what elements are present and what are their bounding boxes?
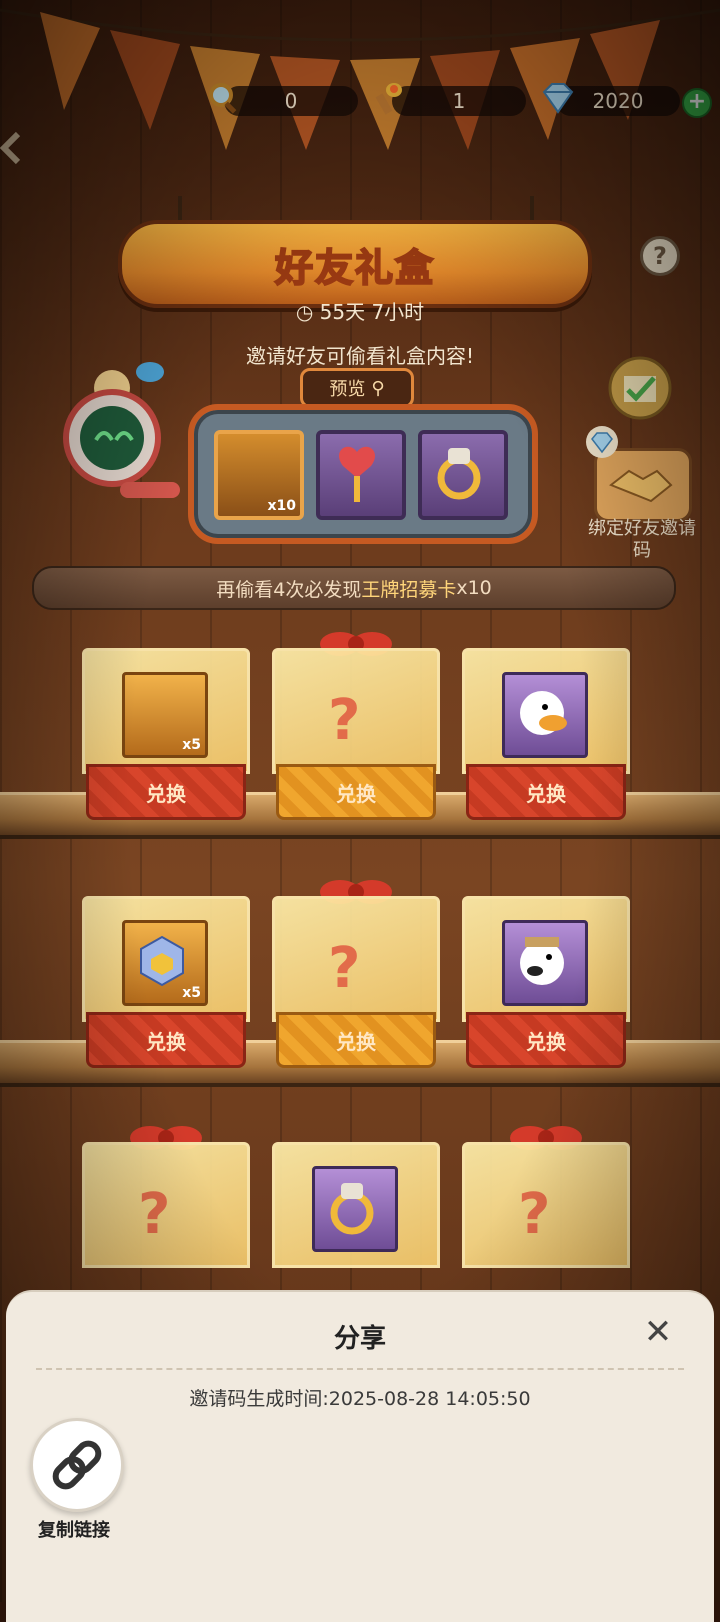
divider	[36, 1368, 684, 1370]
back-arrow-icon[interactable]	[0, 128, 26, 168]
diamond-bubble-icon	[586, 426, 618, 458]
exchange-button[interactable]: 兑换	[276, 1012, 436, 1068]
countdown-text: 55天 7小时	[319, 300, 425, 324]
gift-box-cube: x5 兑换	[82, 896, 250, 1068]
title-banner: 好友礼盒	[118, 220, 592, 308]
gift-box-mystery: ?	[82, 1126, 250, 1308]
exchange-button[interactable]: 兑换	[86, 764, 246, 820]
notice-highlight: 王牌招募卡	[361, 578, 457, 601]
gold-ring-icon	[312, 1166, 398, 1252]
slot-quantity: x10	[267, 498, 296, 514]
gift-box-recruit-card: x5 兑换	[82, 648, 250, 820]
machine-slot-heart-scepter	[316, 430, 406, 520]
notice-bar: 再偷看4次必发现 王牌招募卡 x10	[32, 566, 676, 610]
question-mark-icon: ?	[328, 688, 361, 753]
gift-box-dog-card: 兑换	[462, 896, 630, 1068]
checkmark-stamp-icon	[608, 356, 672, 420]
page-title: 好友礼盒	[274, 245, 435, 291]
exchange-button[interactable]: 兑换	[466, 1012, 626, 1068]
diamond-icon	[542, 83, 574, 114]
notice-suffix: x10	[456, 577, 492, 599]
notice-prefix: 再偷看4次必发现	[216, 578, 362, 601]
share-panel: 分享 ✕ 邀请码生成时间:2025-08-28 14:05:50 复制链接	[6, 1290, 714, 1622]
add-diamond-button[interactable]: +	[682, 88, 712, 118]
bunting-decoration	[0, 8, 720, 150]
machine-slot-gold-ring	[418, 430, 508, 520]
exchange-button[interactable]: 兑换	[466, 764, 626, 820]
item-quantity: x5	[182, 985, 201, 1001]
item-quantity: x5	[182, 737, 201, 753]
help-button[interactable]: ?	[640, 236, 680, 276]
magnifier-count: 0	[224, 86, 358, 116]
invite-code-generated-time: 邀请码生成时间:2025-08-28 14:05:50	[189, 1388, 531, 1410]
question-mark-icon: ?	[328, 936, 361, 1001]
torch-count: 1	[392, 86, 526, 116]
gold-ring-icon	[437, 448, 481, 500]
preview-label: 预览	[329, 379, 366, 400]
question-mark-icon: ?	[138, 1182, 171, 1247]
gift-box-mystery: ?	[462, 1126, 630, 1308]
magnifier-icon	[209, 83, 237, 114]
close-icon[interactable]: ✕	[640, 1314, 676, 1350]
share-title: 分享	[333, 1324, 386, 1354]
copy-link-button[interactable]	[30, 1418, 124, 1512]
character-dog-card-icon	[502, 920, 588, 1006]
character-duck-card-icon	[502, 672, 588, 758]
exchange-button[interactable]: 兑换	[276, 764, 436, 820]
gift-box-gold-ring	[272, 1142, 440, 1308]
search-icon: ⚲	[371, 377, 385, 399]
handshake-icon	[609, 469, 673, 503]
countdown: ◷ 55天 7小时	[0, 296, 720, 325]
gift-preview-machine: x10	[188, 404, 538, 544]
preview-button[interactable]: 预览 ⚲	[300, 368, 414, 408]
exchange-button[interactable]: 兑换	[86, 1012, 246, 1068]
mascot-robot-icon	[63, 362, 180, 498]
link-icon	[52, 1440, 102, 1490]
cube-box-icon: x5	[122, 920, 208, 1006]
gift-box-mystery: ? 兑换	[272, 880, 440, 1068]
gift-box-mystery: ? 兑换	[272, 632, 440, 820]
question-mark-icon: ?	[518, 1182, 551, 1247]
copy-link-label: 复制链接	[38, 1520, 110, 1541]
recruit-card-silver-icon: x5	[122, 672, 208, 758]
torch-icon	[375, 83, 402, 115]
bind-friend-label: 绑定好友邀请码	[588, 518, 696, 561]
machine-slot-recruit-card: x10	[214, 430, 304, 520]
heart-scepter-icon	[338, 446, 376, 502]
clock-icon: ◷	[295, 300, 314, 324]
gift-box-duck-card: 兑换	[462, 648, 630, 820]
